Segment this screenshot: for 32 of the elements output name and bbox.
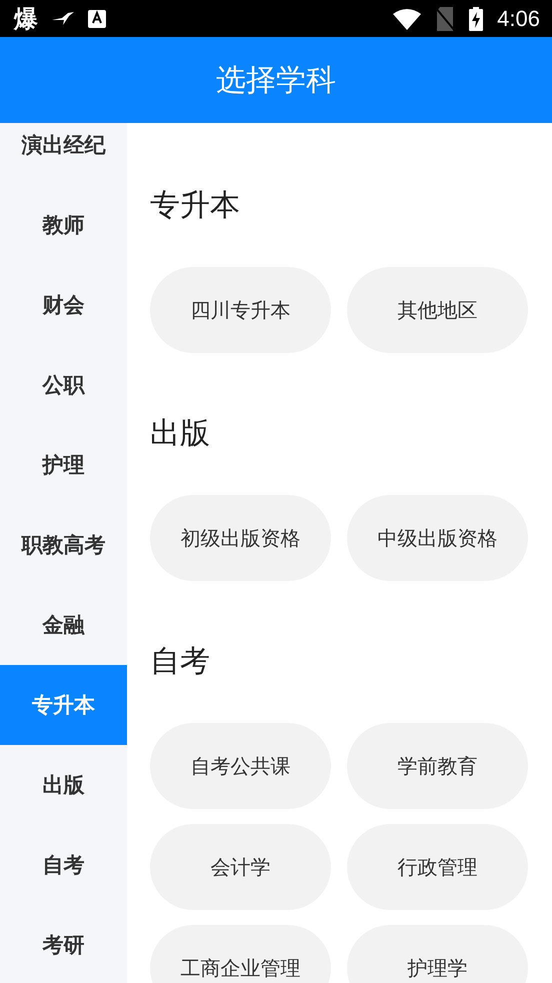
sidebar-item[interactable]: 自考 <box>0 825 127 905</box>
bird-icon <box>52 12 74 26</box>
subject-button[interactable]: 其他地区 <box>347 267 528 353</box>
subject-button[interactable]: 四川专升本 <box>150 267 331 353</box>
subject-button[interactable]: 中级出版资格 <box>347 495 528 581</box>
section-title: 自考 <box>150 643 211 681</box>
sidebar-item[interactable]: 考研 <box>0 905 127 983</box>
subject-button[interactable]: 行政管理 <box>347 824 528 910</box>
no-sim-icon <box>435 6 456 30</box>
subject-button[interactable]: 学前教育 <box>347 723 528 809</box>
sidebar-item[interactable]: 教师 <box>0 185 127 265</box>
sidebar-item[interactable]: 职教高考 <box>0 505 127 585</box>
page-title: 选择学科 <box>216 62 336 100</box>
section-title: 专升本 <box>150 187 241 225</box>
sidebar-item[interactable]: 财会 <box>0 265 127 345</box>
sidebar-item[interactable]: 护理 <box>0 425 127 505</box>
subject-button[interactable]: 工商企业管理 <box>150 925 331 983</box>
sidebar-item[interactable]: 出版 <box>0 745 127 825</box>
clock-time: 4:06 <box>497 6 540 32</box>
battery-charging-icon <box>469 6 484 30</box>
subject-button[interactable]: 护理学 <box>347 925 528 983</box>
wifi-icon <box>393 8 422 30</box>
subject-button[interactable]: 会计学 <box>150 824 331 910</box>
subject-button[interactable]: 自考公共课 <box>150 723 331 809</box>
sidebar-item[interactable]: 金融 <box>0 585 127 665</box>
sidebar-item[interactable]: 专升本 <box>0 665 127 745</box>
section-title: 出版 <box>150 415 211 453</box>
subject-button[interactable]: 初级出版资格 <box>150 495 331 581</box>
sidebar-item[interactable]: 演出经纪 <box>0 123 127 185</box>
sidebar-item[interactable]: 公职 <box>0 345 127 425</box>
notification-icon: 爆 <box>14 6 38 30</box>
font-icon <box>88 10 106 28</box>
